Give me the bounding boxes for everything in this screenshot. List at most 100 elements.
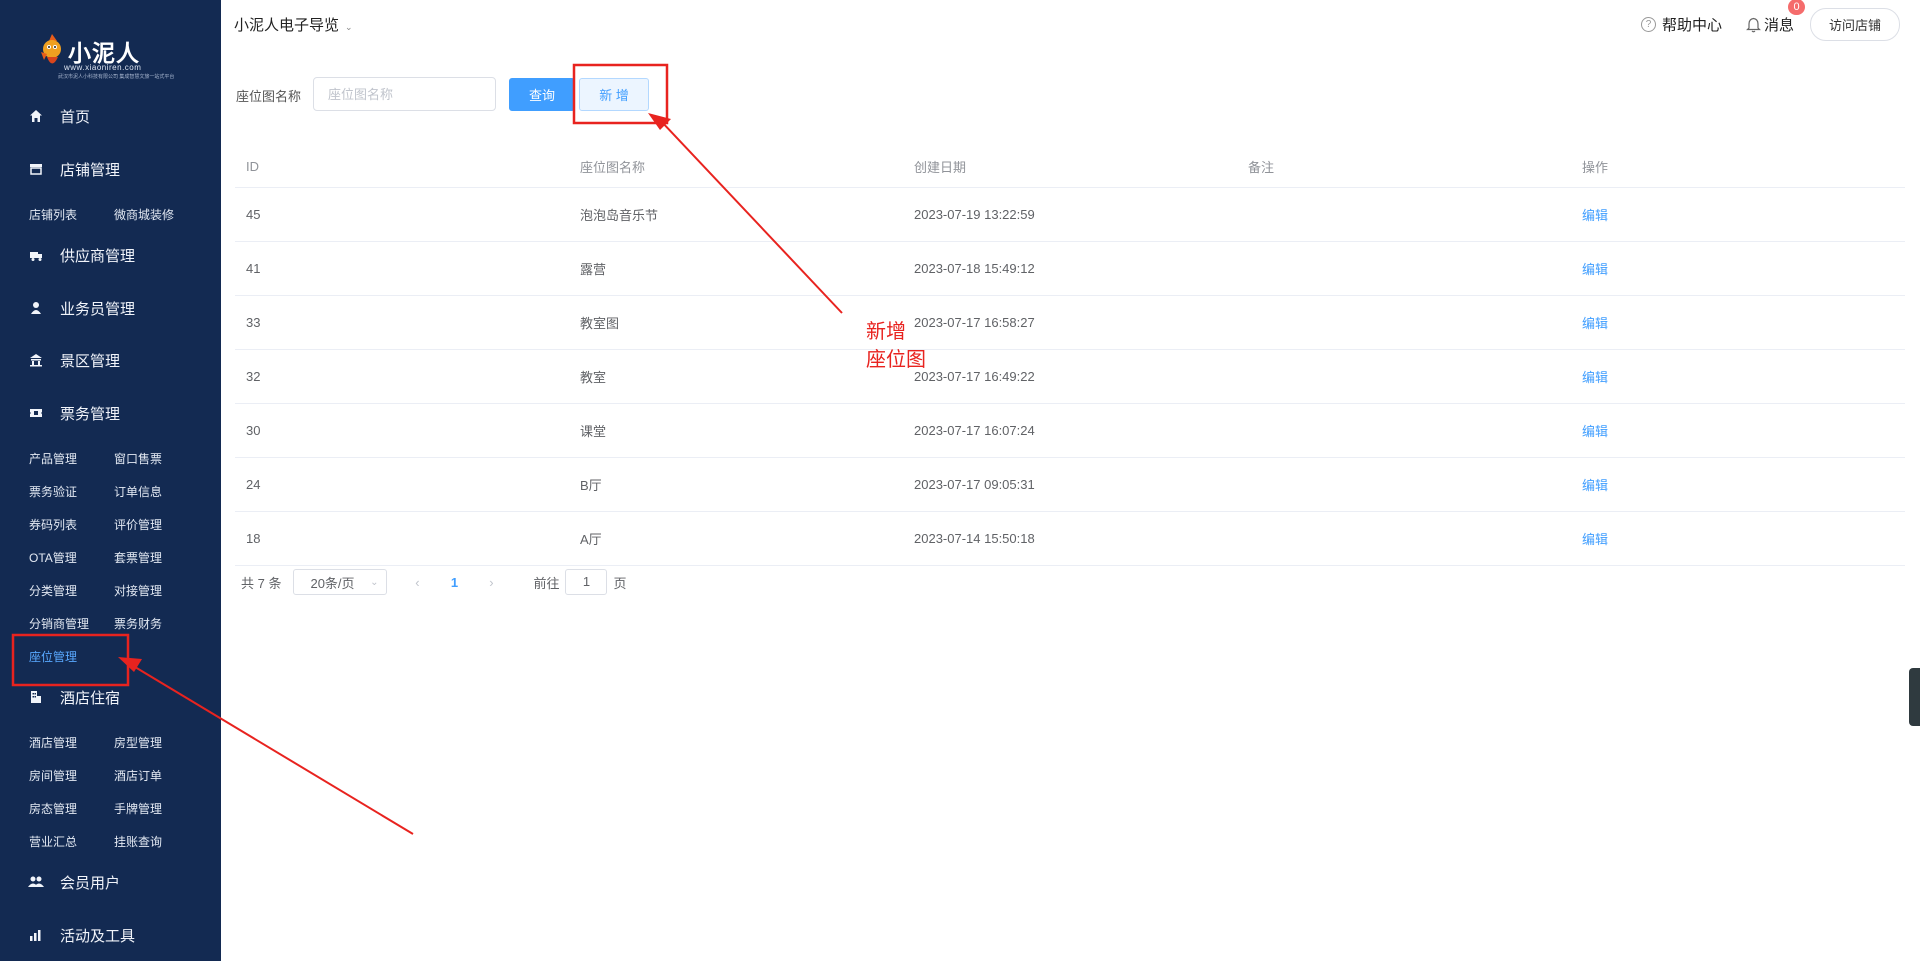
sub-hotel-mgmt[interactable]: 酒店管理 [29, 734, 77, 751]
prev-page-icon[interactable]: ‹ [403, 575, 431, 590]
arrow-to-add-button-head [648, 113, 671, 130]
seatmap-name-label: 座位图名称 [236, 89, 302, 104]
cell-date: 2023-07-17 16:49:22 [914, 369, 1035, 384]
table-row: 32 教室 2023-07-17 16:49:22 编辑 [235, 350, 1905, 404]
col-actions: 操作 [1582, 159, 1609, 175]
menu-members[interactable]: 会员用户 [0, 862, 221, 902]
edit-link[interactable]: 编辑 [1582, 424, 1608, 439]
hotel-icon [28, 689, 44, 705]
chart-icon [28, 927, 44, 943]
cell-id: 41 [246, 261, 261, 276]
menu-supplier[interactable]: 供应商管理 [0, 235, 221, 275]
table-row: 33 教室图 2023-07-17 16:58:27 编辑 [235, 296, 1905, 350]
bell-icon [1746, 17, 1761, 32]
help-center-link[interactable]: ? 帮助中心 [1641, 14, 1722, 35]
add-button[interactable]: 新 增 [579, 78, 649, 111]
chevron-down-icon: ⌄ [345, 22, 353, 32]
messages-link[interactable]: 消息 [1746, 14, 1794, 35]
sub-review-mgmt[interactable]: 评价管理 [114, 516, 162, 533]
sub-microstore-decor[interactable]: 微商城装修 [114, 206, 174, 223]
annotation-line-1: 新增 [866, 321, 906, 343]
cell-date: 2023-07-17 16:58:27 [914, 315, 1035, 330]
query-button[interactable]: 查询 [509, 78, 575, 111]
home-icon [28, 108, 44, 124]
store-icon [28, 161, 44, 177]
edit-link[interactable]: 编辑 [1582, 262, 1608, 277]
menu-members-label: 会员用户 [60, 874, 121, 892]
edit-link[interactable]: 编辑 [1582, 532, 1608, 547]
menu-salesman-label: 业务员管理 [60, 300, 136, 318]
next-page-icon[interactable]: › [477, 575, 505, 590]
cell-name: 露营 [580, 262, 607, 277]
menu-scenic[interactable]: 景区管理 [0, 340, 221, 380]
building-icon [28, 352, 44, 368]
cell-id: 30 [246, 423, 261, 438]
sub-package-mgmt[interactable]: 套票管理 [114, 549, 162, 566]
sub-coupon-list[interactable]: 券码列表 [29, 516, 77, 533]
logo[interactable]: 小泥人 www.xiaoniren.com 武汉市泥人小科技有限公司 集成智慧文… [34, 28, 174, 82]
table-row: 45 泡泡岛音乐节 2023-07-19 13:22:59 编辑 [235, 188, 1905, 242]
col-name: 座位图名称 [580, 159, 646, 175]
visit-store-button[interactable]: 访问店铺 [1810, 8, 1900, 41]
table-row: 24 B厅 2023-07-17 09:05:31 编辑 [235, 458, 1905, 512]
sub-seat-mgmt[interactable]: 座位管理 [29, 648, 77, 665]
menu-supplier-label: 供应商管理 [60, 247, 136, 265]
col-created: 创建日期 [914, 159, 967, 175]
sub-integration-mgmt[interactable]: 对接管理 [114, 582, 162, 599]
menu-scenic-label: 景区管理 [60, 352, 121, 370]
menu-ticketing[interactable]: 票务管理 [0, 393, 221, 433]
sub-distributor-mgmt[interactable]: 分销商管理 [29, 615, 89, 632]
page-number-current[interactable]: 1 [439, 575, 469, 590]
sub-ticket-verify[interactable]: 票务验证 [29, 483, 77, 500]
sub-store-list[interactable]: 店铺列表 [29, 206, 77, 223]
sub-roomtype-mgmt[interactable]: 房型管理 [114, 734, 162, 751]
menu-activities[interactable]: 活动及工具 [0, 915, 221, 955]
annotation-line-2: 座位图 [866, 349, 926, 371]
sub-product-mgmt[interactable]: 产品管理 [29, 450, 77, 467]
sub-ota-mgmt[interactable]: OTA管理 [29, 549, 77, 566]
menu-home-label: 首页 [60, 108, 91, 126]
sub-window-sale[interactable]: 窗口售票 [114, 450, 162, 467]
cell-id: 32 [246, 369, 261, 384]
menu-store[interactable]: 店铺管理 [0, 149, 221, 189]
cell-date: 2023-07-17 09:05:31 [914, 477, 1035, 492]
edit-link[interactable]: 编辑 [1582, 316, 1608, 331]
goto-label: 前往 [533, 575, 560, 591]
user-icon [28, 300, 44, 316]
table-header: ID 座位图名称 创建日期 备注 操作 [235, 145, 1905, 188]
sub-business-summary[interactable]: 营业汇总 [29, 833, 77, 850]
chevron-down-icon: ⌄ [370, 576, 379, 588]
members-icon [28, 874, 44, 890]
truck-icon [28, 247, 44, 263]
goto-page-input[interactable]: 1 [565, 569, 608, 595]
sub-credit-query[interactable]: 挂账查询 [114, 833, 162, 850]
sub-room-status[interactable]: 房态管理 [29, 800, 77, 817]
menu-hotel[interactable]: 酒店住宿 [0, 677, 221, 717]
menu-home[interactable]: 首页 [0, 96, 221, 136]
edit-link[interactable]: 编辑 [1582, 478, 1608, 493]
cell-name: 课堂 [580, 424, 607, 439]
page-unit-label: 页 [613, 575, 627, 591]
cell-date: 2023-07-18 15:49:12 [914, 261, 1035, 276]
menu-salesman[interactable]: 业务员管理 [0, 288, 221, 328]
message-count-badge: 0 [1788, 0, 1805, 15]
side-tool-handle[interactable] [1909, 668, 1920, 726]
edit-link[interactable]: 编辑 [1582, 370, 1608, 385]
page-size-value: 20条/页 [310, 575, 355, 591]
cell-date: 2023-07-17 16:07:24 [914, 423, 1035, 438]
sub-room-mgmt[interactable]: 房间管理 [29, 767, 77, 784]
edit-link[interactable]: 编辑 [1582, 208, 1608, 223]
sub-order-info[interactable]: 订单信息 [114, 483, 162, 500]
seatmap-name-input[interactable] [313, 77, 496, 111]
cell-name: B厅 [580, 478, 602, 493]
sub-ticket-finance[interactable]: 票务财务 [114, 615, 162, 632]
cell-name: A厅 [580, 532, 602, 547]
page-size-select[interactable]: 20条/页 ⌄ [293, 569, 388, 595]
sub-hotel-orders[interactable]: 酒店订单 [114, 767, 162, 784]
sub-category-mgmt[interactable]: 分类管理 [29, 582, 77, 599]
cell-name: 教室图 [580, 316, 620, 331]
col-note: 备注 [1248, 159, 1275, 175]
sub-wristband-mgmt[interactable]: 手牌管理 [114, 800, 162, 817]
seatmap-table: ID 座位图名称 创建日期 备注 操作 45 泡泡岛音乐节 2023-07-19… [235, 145, 1905, 566]
app-switcher[interactable]: 小泥人电子导览 ⌄ [234, 14, 353, 35]
